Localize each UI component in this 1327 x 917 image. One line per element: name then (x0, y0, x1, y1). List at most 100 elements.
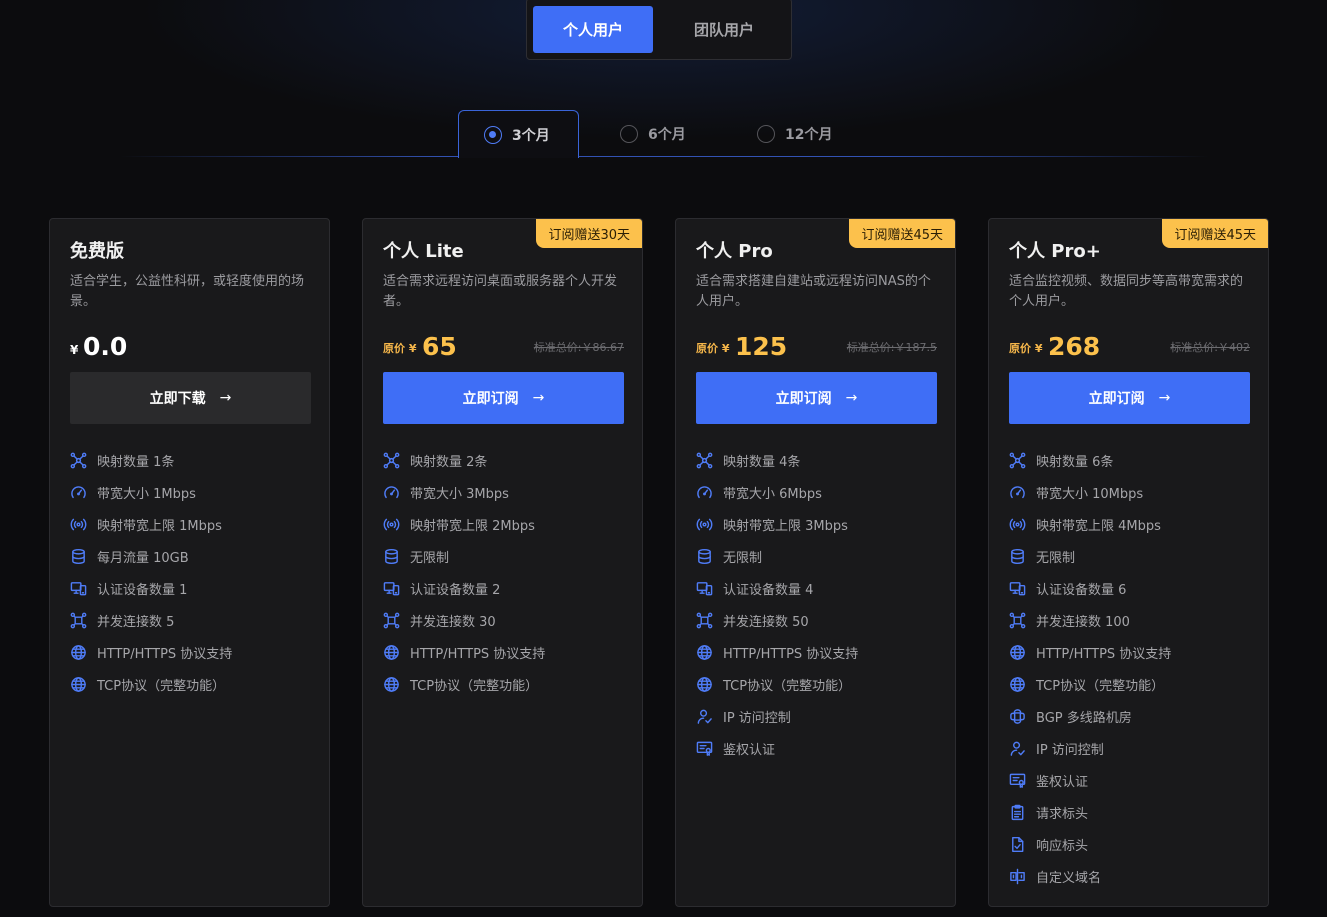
feature-item: TCP协议（完整功能） (70, 668, 232, 700)
arrow-right-icon: → (1158, 390, 1171, 406)
feature-item: 映射数量 4条 (696, 444, 858, 476)
feature-item: HTTP/HTTPS 协议支持 (383, 636, 545, 668)
feature-text: TCP协议（完整功能） (723, 678, 852, 694)
plan-card-lite: 订阅赠送30天 个人 Lite 适合需求远程访问桌面或服务器个人开发者。 原价 … (362, 218, 643, 907)
period-label: 3个月 (512, 127, 550, 144)
feature-text: 并发连接数 100 (1036, 614, 1130, 630)
broadcast-icon (696, 516, 723, 533)
period-tab-3-months[interactable]: 3个月 (458, 110, 579, 158)
connections-icon (696, 612, 723, 629)
feature-text: 映射带宽上限 3Mbps (723, 518, 848, 534)
subscribe-button[interactable]: 立即订阅 → (1009, 372, 1250, 424)
feature-text: 映射数量 2条 (410, 454, 488, 470)
plan-price: 268 (1048, 332, 1101, 361)
feature-item: 无限制 (1009, 540, 1171, 572)
feature-item: 带宽大小 6Mbps (696, 476, 858, 508)
plan-description: 适合需求搭建自建站或远程访问NAS的个人用户。 (696, 274, 931, 309)
radio-icon[interactable] (620, 125, 638, 143)
feature-text: IP 访问控制 (723, 710, 791, 726)
price-label: 原价 ¥ (1009, 342, 1043, 355)
tab-team-users[interactable]: 团队用户 (664, 6, 784, 53)
plan-price: 0.0 (83, 332, 128, 361)
feature-text: 带宽大小 10Mbps (1036, 486, 1144, 502)
clipboard-icon (1009, 804, 1036, 821)
price-row: 原价 ¥ 65 标准总价:￥86.67 (383, 329, 624, 361)
plan-title: 免费版 (70, 241, 124, 262)
feature-text: 带宽大小 6Mbps (723, 486, 822, 502)
database-icon (696, 548, 723, 565)
feature-text: 每月流量 10GB (97, 550, 189, 566)
feature-text: 认证设备数量 4 (723, 582, 814, 598)
feature-text: 响应标头 (1036, 838, 1089, 854)
original-price: 标准总价:￥402 (1170, 341, 1250, 354)
feature-item: TCP协议（完整功能） (696, 668, 858, 700)
plan-title: 个人 Lite (383, 241, 464, 262)
plan-price: 65 (422, 332, 457, 361)
feature-text: IP 访问控制 (1036, 742, 1104, 758)
database-icon (383, 548, 410, 565)
feature-text: 无限制 (410, 550, 450, 566)
period-tab-12-months[interactable]: 12个月 (757, 110, 832, 158)
tab-personal-users[interactable]: 个人用户 (533, 6, 653, 53)
feature-item: 映射带宽上限 4Mbps (1009, 508, 1171, 540)
plan-card-pro-plus: 订阅赠送45天 个人 Pro+ 适合监控视频、数据同步等高带宽需求的个人用户。 … (988, 218, 1269, 907)
feature-item: 无限制 (383, 540, 545, 572)
feature-text: 鉴权认证 (723, 742, 776, 758)
domain-icon (1009, 868, 1036, 885)
feature-text: 无限制 (1036, 550, 1076, 566)
subscribe-button[interactable]: 立即订阅 → (696, 372, 937, 424)
original-price: 标准总价:￥187.5 (846, 341, 937, 354)
feature-item: 映射数量 2条 (383, 444, 545, 476)
cta-label: 立即下载 (149, 391, 206, 407)
globe-icon (383, 676, 410, 693)
feature-item: 并发连接数 50 (696, 604, 858, 636)
feature-text: 带宽大小 1Mbps (97, 486, 196, 502)
broadcast-icon (1009, 516, 1036, 533)
feature-text: 映射数量 4条 (723, 454, 801, 470)
promo-badge: 订阅赠送30天 (536, 219, 642, 248)
feature-text: 并发连接数 30 (410, 614, 496, 630)
plan-title: 个人 Pro+ (1009, 241, 1101, 262)
period-tab-6-months[interactable]: 6个月 (620, 110, 686, 158)
feature-text: 请求标头 (1036, 806, 1089, 822)
promo-badge: 订阅赠送45天 (1162, 219, 1268, 248)
feature-item: 映射带宽上限 1Mbps (70, 508, 232, 540)
feature-text: 并发连接数 5 (97, 614, 175, 630)
feature-item: 认证设备数量 1 (70, 572, 232, 604)
radio-selected-icon[interactable] (484, 125, 502, 144)
globe-icon (70, 644, 97, 661)
mapping-icon (696, 452, 723, 469)
feature-item: 并发连接数 5 (70, 604, 232, 636)
devices-icon (70, 580, 97, 597)
subscribe-button[interactable]: 立即订阅 → (383, 372, 624, 424)
feature-item: 自定义域名 (1009, 860, 1171, 892)
database-icon (70, 548, 97, 565)
speedometer-icon (70, 484, 97, 501)
feature-item: 带宽大小 10Mbps (1009, 476, 1171, 508)
feature-text: BGP 多线路机房 (1036, 710, 1132, 726)
devices-icon (696, 580, 723, 597)
network-icon (1009, 708, 1036, 725)
feature-item: 映射带宽上限 2Mbps (383, 508, 545, 540)
feature-item: HTTP/HTTPS 协议支持 (70, 636, 232, 668)
radio-icon[interactable] (757, 125, 775, 143)
feature-text: TCP协议（完整功能） (410, 678, 539, 694)
download-button[interactable]: 立即下载 → (70, 372, 311, 424)
feature-item: 认证设备数量 2 (383, 572, 545, 604)
period-label: 12个月 (785, 127, 833, 143)
speedometer-icon (696, 484, 723, 501)
plan-description: 适合需求远程访问桌面或服务器个人开发者。 (383, 274, 618, 309)
plan-card-pro: 订阅赠送45天 个人 Pro 适合需求搭建自建站或远程访问NAS的个人用户。 原… (675, 218, 956, 907)
feature-item: 鉴权认证 (696, 732, 858, 764)
feature-item: 鉴权认证 (1009, 764, 1171, 796)
feature-text: HTTP/HTTPS 协议支持 (1036, 646, 1172, 662)
mapping-icon (70, 452, 97, 469)
price-row: 原价 ¥ 268 标准总价:￥402 (1009, 329, 1250, 361)
feature-item: 并发连接数 30 (383, 604, 545, 636)
feature-text: 认证设备数量 6 (1036, 582, 1127, 598)
price-row: 原价 ¥ 125 标准总价:￥187.5 (696, 329, 937, 361)
connections-icon (383, 612, 410, 629)
feature-item: BGP 多线路机房 (1009, 700, 1171, 732)
certificate-icon (696, 740, 723, 757)
feature-item: 响应标头 (1009, 828, 1171, 860)
